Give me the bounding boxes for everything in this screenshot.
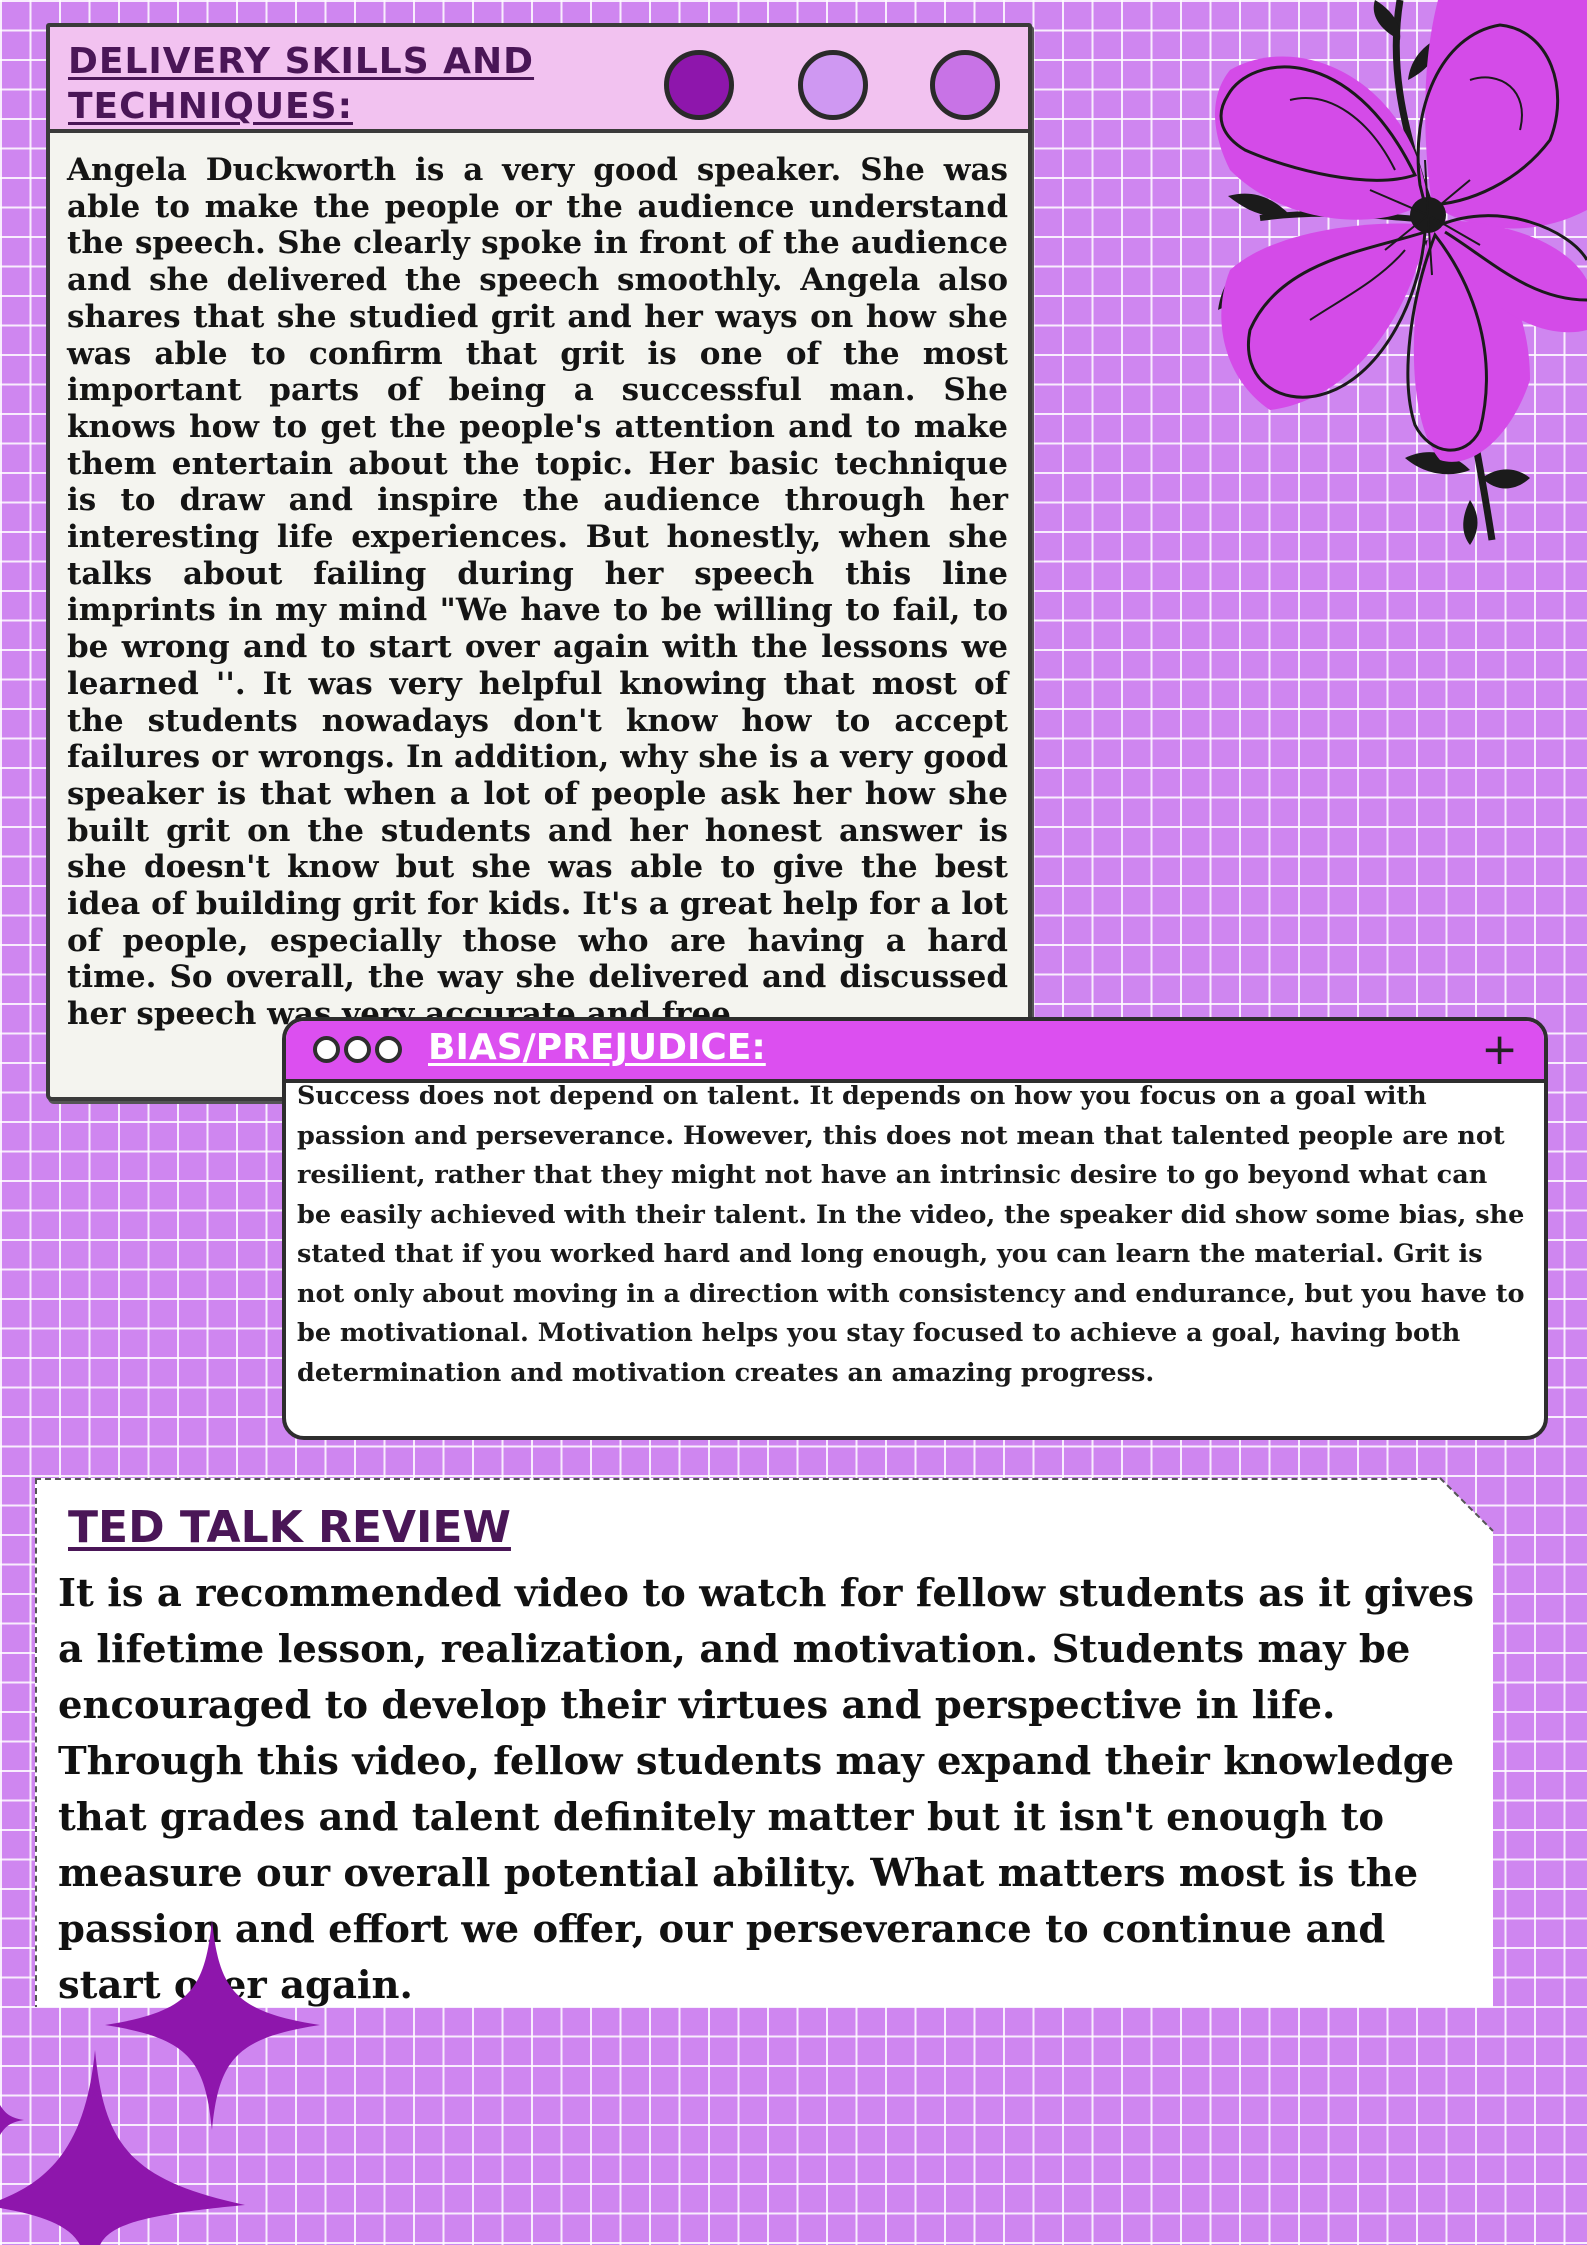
- folded-corner-icon: [1439, 1477, 1494, 1532]
- circle-icon: [798, 50, 868, 120]
- bias-body: Success does not depend on talent. It de…: [297, 1081, 1525, 1388]
- circle-icon: [313, 1036, 340, 1063]
- delivery-title-bar: DELIVERY SKILLS AND TECHNIQUES:: [50, 27, 1028, 133]
- sparkle-icon: [0, 2050, 245, 2245]
- bias-prejudice-card: BIAS/PREJUDICE: + Success does not depen…: [282, 1017, 1548, 1440]
- bias-title: BIAS/PREJUDICE:: [428, 1027, 766, 1068]
- delivery-body: Angela Duckworth is a very good speaker.…: [67, 152, 1008, 1033]
- circle-icon: [344, 1036, 371, 1063]
- ted-title: TED TALK REVIEW: [68, 1502, 511, 1553]
- sparkle-icon: [0, 2105, 24, 2135]
- circle-icon: [375, 1036, 402, 1063]
- bias-title-bar: BIAS/PREJUDICE: +: [286, 1021, 1544, 1083]
- flower-icon: [1215, 0, 1587, 545]
- plus-icon: +: [1481, 1024, 1518, 1075]
- delivery-skills-card: DELIVERY SKILLS AND TECHNIQUES: Angela D…: [46, 23, 1032, 1101]
- circle-icon: [930, 50, 1000, 120]
- delivery-title: DELIVERY SKILLS AND TECHNIQUES:: [68, 41, 535, 127]
- circle-icon: [664, 50, 734, 120]
